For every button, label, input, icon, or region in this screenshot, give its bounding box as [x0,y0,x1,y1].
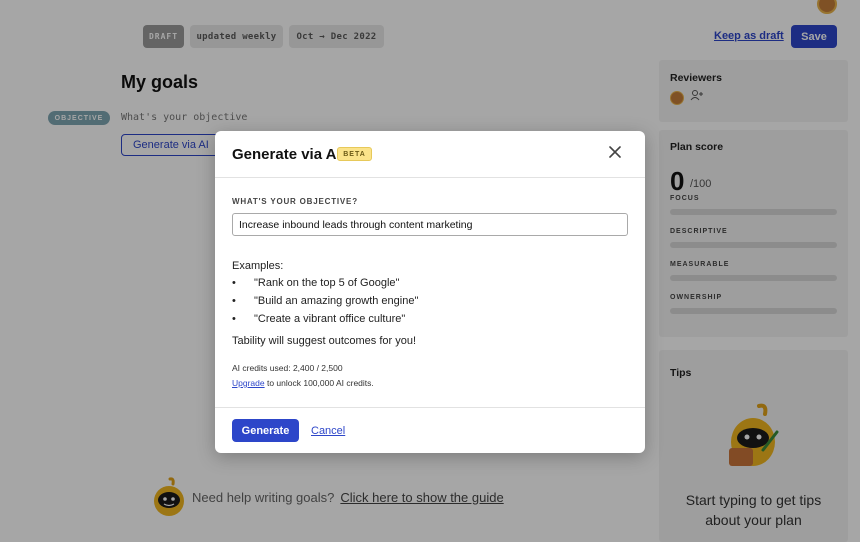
ai-credits-text: AI credits used: 2,400 / 2,500 [232,363,343,373]
example-item: • "Rank on the top 5 of Google" [232,277,400,289]
upgrade-link[interactable]: Upgrade [232,378,265,388]
example-item: • "Build an amazing growth engine" [232,295,419,307]
modal-title: Generate via AI [232,146,341,163]
modal-header-divider [215,177,645,178]
modal-footer-divider [215,407,645,408]
generate-ai-modal: Generate via AI BETA WHAT'S YOUR OBJECTI… [215,131,645,453]
example-item: • "Create a vibrant office culture" [232,313,406,325]
beta-badge: BETA [337,147,372,161]
suggest-text: Tability will suggest outcomes for you! [232,335,417,347]
upgrade-row: Upgrade to unlock 100,000 AI credits. [232,378,374,388]
examples-list: • "Rank on the top 5 of Google" • "Build a… [232,277,418,331]
objective-field-label: WHAT'S YOUR OBJECTIVE? [232,197,358,206]
upgrade-text: to unlock 100,000 AI credits. [264,378,374,388]
generate-button[interactable]: Generate [232,419,299,442]
close-icon[interactable] [609,145,621,163]
objective-input[interactable] [232,213,628,236]
cancel-link[interactable]: Cancel [311,425,345,437]
examples-heading: Examples: [232,260,284,272]
